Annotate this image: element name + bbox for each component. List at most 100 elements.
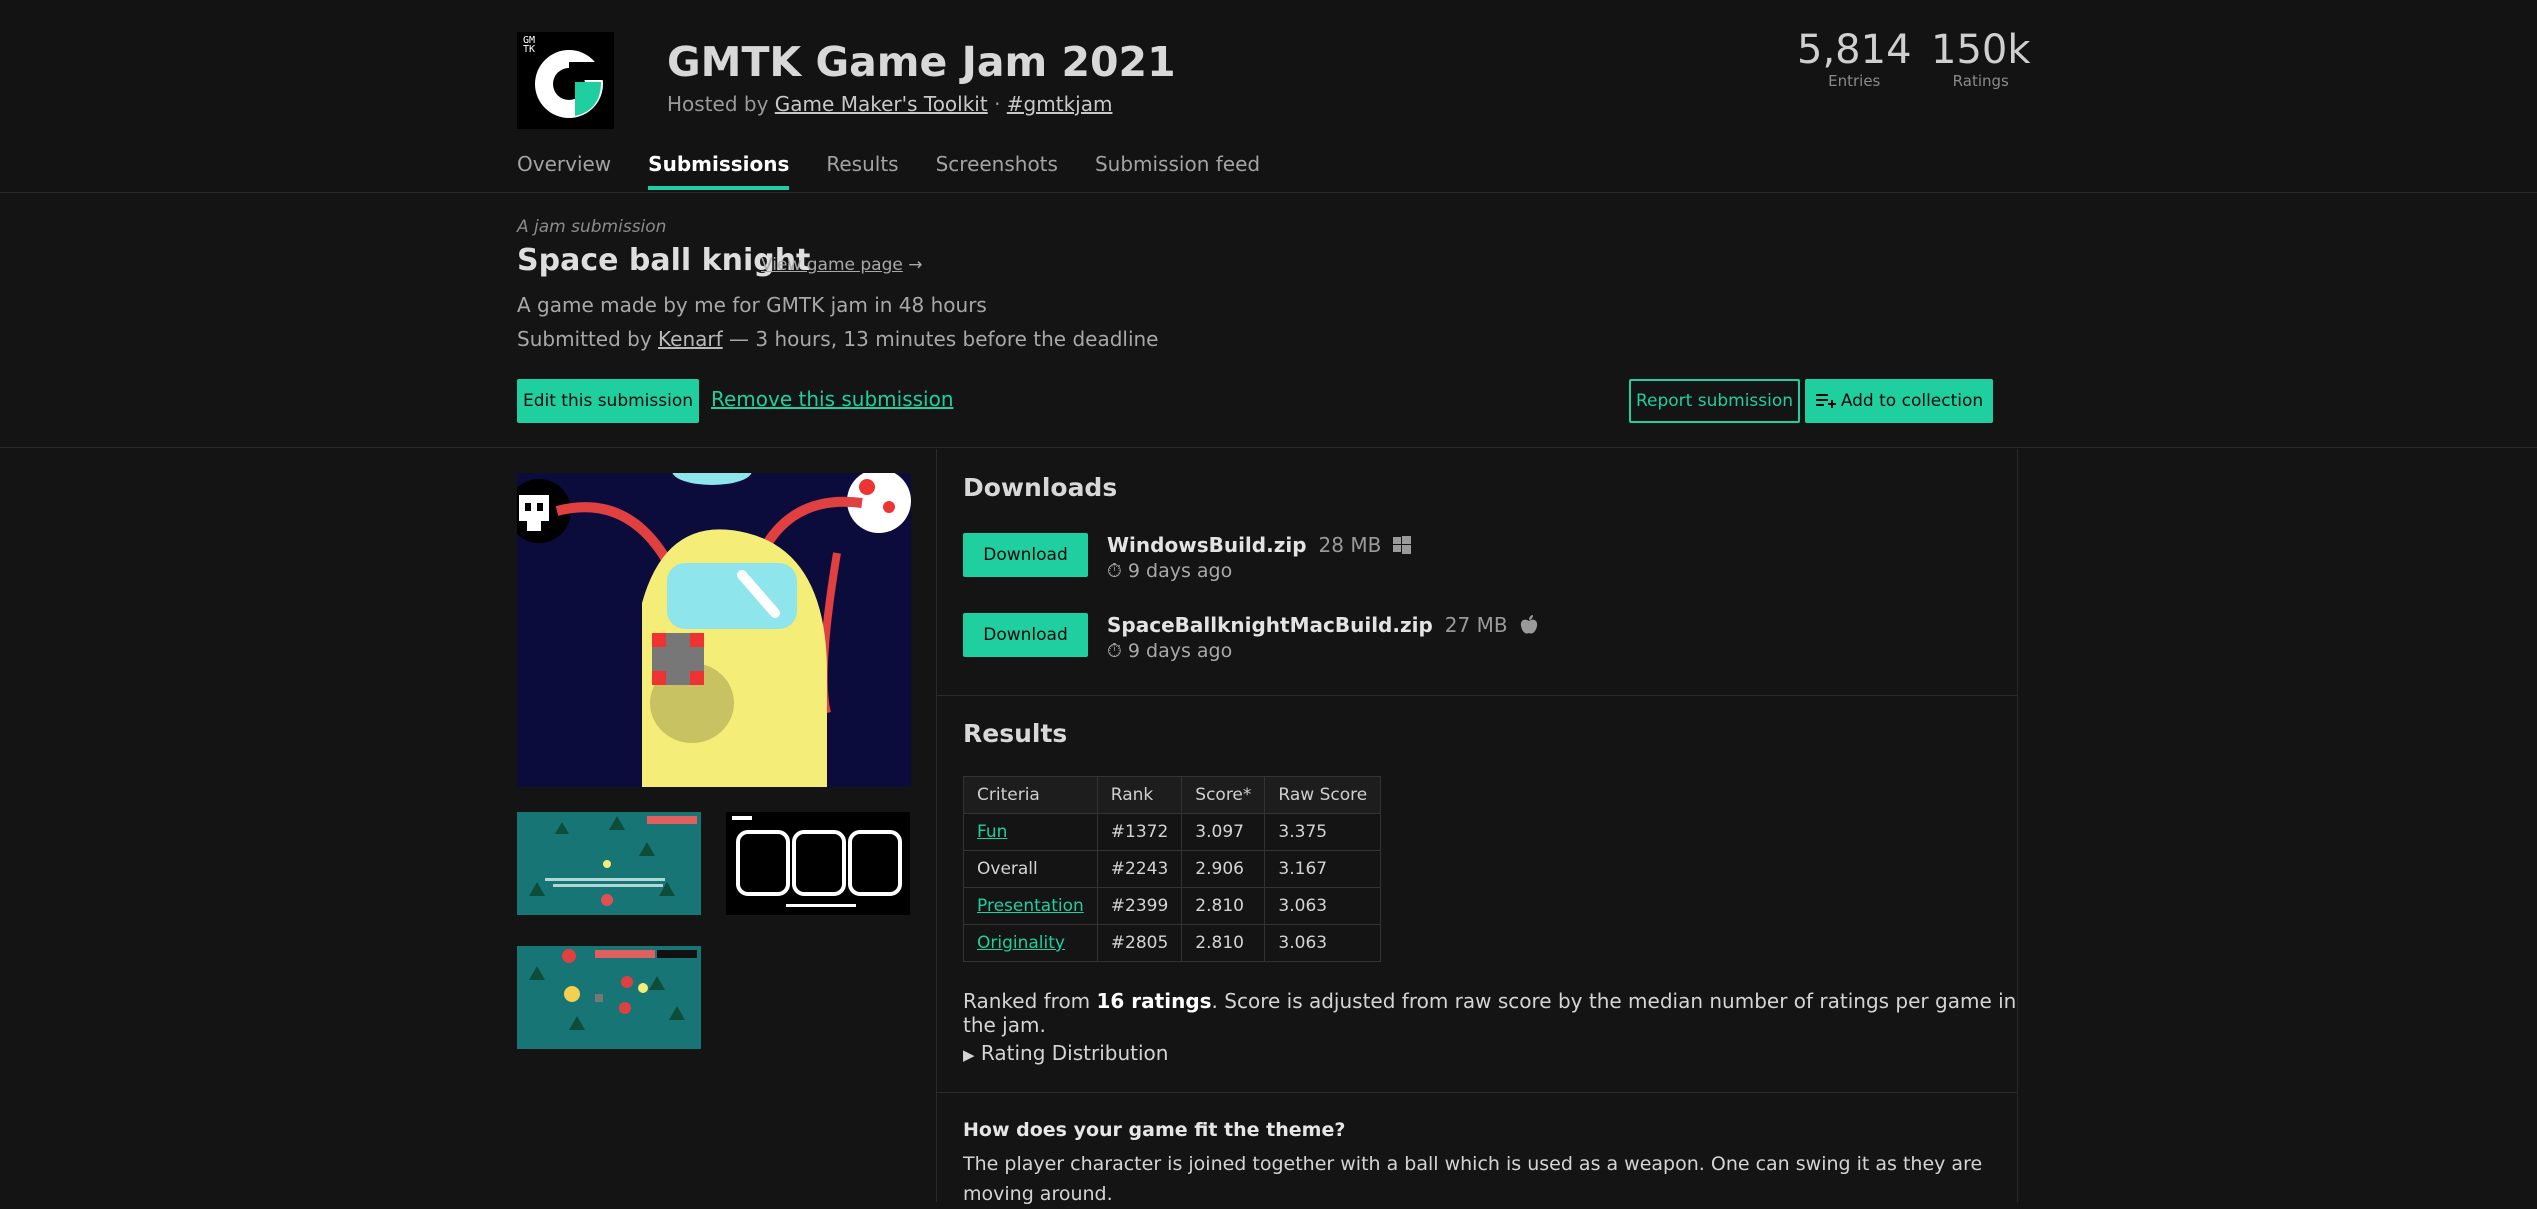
download-date-1-text: 9 days ago bbox=[1127, 560, 1233, 582]
stat-entries: 5,814 Entries bbox=[1797, 28, 1912, 90]
download-date-2: ⏱ 9 days ago bbox=[1107, 640, 1538, 662]
stat-entries-label: Entries bbox=[1828, 72, 1881, 90]
criteria-link[interactable]: Originality bbox=[963, 924, 1098, 962]
right-panel: Downloads Download WindowsBuild.zip 28 M… bbox=[936, 449, 2018, 1205]
score-cell: 2.906 bbox=[1181, 850, 1266, 888]
table-row: Fun #1372 3.097 3.375 bbox=[963, 813, 1382, 851]
thumbnail-3-image bbox=[517, 946, 701, 1049]
main-screenshot[interactable] bbox=[517, 473, 911, 787]
criteria-link[interactable]: Presentation bbox=[963, 887, 1098, 925]
hosted-prefix: Hosted by bbox=[667, 92, 775, 116]
submission-kicker: A jam submission bbox=[517, 217, 667, 237]
thumbnail-2-image bbox=[726, 812, 910, 915]
thumbnail-screenshot-1[interactable] bbox=[517, 812, 701, 915]
rank-cell: #2243 bbox=[1096, 850, 1183, 888]
table-row: Originality #2805 2.810 3.063 bbox=[963, 924, 1382, 962]
jam-header: GM TK GMTK Game Jam 2021 Hosted by Game M… bbox=[0, 0, 2537, 193]
submitted-prefix: Submitted by bbox=[517, 327, 659, 351]
rating-distribution-label: Rating Distribution bbox=[980, 1041, 1169, 1065]
add-to-collection-label: Add to collection bbox=[1840, 391, 1984, 411]
jam-logo[interactable]: GM TK bbox=[517, 32, 614, 129]
submitted-suffix: — 3 hours, 13 minutes before the deadlin… bbox=[722, 327, 1159, 351]
jam-title[interactable]: GMTK Game Jam 2021 bbox=[667, 38, 1176, 86]
hosted-sep: · bbox=[987, 92, 1007, 116]
add-to-collection-button[interactable]: Add to collection bbox=[1805, 379, 1993, 423]
thumbnail-screenshot-2[interactable] bbox=[726, 812, 910, 915]
download-button-1[interactable]: Download bbox=[963, 533, 1088, 577]
hashtag-link[interactable]: #gmtkjam bbox=[1007, 92, 1113, 116]
windows-icon bbox=[1393, 536, 1412, 554]
download-filename-2: SpaceBallknightMacBuild.zip bbox=[1107, 613, 1433, 637]
download-item-1: Download WindowsBuild.zip 28 MB ⏱ 9 days… bbox=[963, 533, 1412, 582]
col-criteria: Criteria bbox=[963, 776, 1098, 814]
download-date-1: ⏱ 9 days ago bbox=[1107, 560, 1411, 582]
report-submission-button[interactable]: Report submission bbox=[1629, 379, 1800, 423]
stat-entries-value: 5,814 bbox=[1797, 27, 1912, 73]
thumbnail-1-image bbox=[517, 812, 701, 915]
results-header-row: Criteria Rank Score* Raw Score bbox=[963, 776, 1382, 814]
stopwatch-icon: ⏱ bbox=[1107, 640, 1122, 662]
download-button-2[interactable]: Download bbox=[963, 613, 1088, 657]
gmtk-logo-icon bbox=[535, 50, 605, 118]
download-info-1: WindowsBuild.zip 28 MB ⏱ 9 days ago bbox=[1107, 533, 1412, 582]
ranked-count: 16 ratings bbox=[1096, 989, 1212, 1013]
stat-ratings-label: Ratings bbox=[1952, 72, 2009, 90]
downloads-title: Downloads bbox=[963, 473, 1118, 502]
theme-answer: The player character is joined together … bbox=[963, 1153, 1983, 1205]
col-score: Score* bbox=[1181, 776, 1266, 814]
game-description: A game made by me for GMTK jam in 48 hou… bbox=[517, 293, 987, 317]
jam-hosted-by: Hosted by Game Maker's Toolkit · #gmtkja… bbox=[667, 92, 1112, 116]
col-raw-score: Raw Score bbox=[1264, 776, 1382, 814]
host-link[interactable]: Game Maker's Toolkit bbox=[775, 92, 988, 116]
criteria-cell: Overall bbox=[963, 850, 1098, 888]
download-item-2: Download SpaceBallknightMacBuild.zip 27 … bbox=[963, 613, 1538, 662]
raw-score-cell: 3.063 bbox=[1264, 924, 1382, 962]
remove-submission-link[interactable]: Remove this submission bbox=[711, 387, 954, 411]
score-cell: 2.810 bbox=[1181, 887, 1266, 925]
stopwatch-icon: ⏱ bbox=[1107, 560, 1122, 582]
thumbnail-screenshot-3[interactable] bbox=[517, 946, 701, 1049]
tab-submission-feed[interactable]: Submission feed bbox=[1095, 152, 1260, 190]
triangle-right-icon: ▶ bbox=[963, 1046, 975, 1064]
author-link[interactable]: Kenarf bbox=[658, 327, 723, 351]
criteria-link[interactable]: Fun bbox=[963, 813, 1098, 851]
score-cell: 3.097 bbox=[1181, 813, 1266, 851]
submission-header: A jam submission Space ball knight View … bbox=[0, 193, 2537, 448]
download-date-2-text: 9 days ago bbox=[1127, 640, 1233, 662]
results-table: Criteria Rank Score* Raw Score Fun #1372… bbox=[963, 776, 1382, 962]
edit-submission-button[interactable]: Edit this submission bbox=[517, 379, 699, 423]
results-title: Results bbox=[963, 719, 1068, 748]
download-filename-1: WindowsBuild.zip bbox=[1107, 533, 1307, 557]
tab-results[interactable]: Results bbox=[826, 152, 898, 190]
divider bbox=[937, 695, 2017, 696]
view-game-page-link[interactable]: View game page → bbox=[761, 255, 923, 275]
raw-score-cell: 3.375 bbox=[1264, 813, 1382, 851]
download-size-1: 28 MB bbox=[1318, 533, 1382, 557]
table-row: Presentation #2399 2.810 3.063 bbox=[963, 887, 1382, 925]
raw-score-cell: 3.167 bbox=[1264, 850, 1382, 888]
stat-ratings: 150k Ratings bbox=[1931, 28, 2031, 90]
download-size-2: 27 MB bbox=[1444, 613, 1508, 637]
tab-overview[interactable]: Overview bbox=[517, 152, 611, 190]
jam-tabs: Overview Submissions Results Screenshots… bbox=[517, 152, 1260, 190]
col-rank: Rank bbox=[1096, 776, 1183, 814]
main-screenshot-image bbox=[517, 473, 911, 787]
view-game-page-label[interactable]: View game page bbox=[761, 255, 903, 275]
tab-screenshots[interactable]: Screenshots bbox=[936, 152, 1058, 190]
submitted-by: Submitted by Kenarf — 3 hours, 13 minute… bbox=[517, 327, 1158, 351]
apple-icon bbox=[1520, 615, 1537, 634]
arrow-right-icon: → bbox=[908, 255, 923, 275]
raw-score-cell: 3.063 bbox=[1264, 887, 1382, 925]
rank-cell: #2399 bbox=[1096, 887, 1183, 925]
divider bbox=[937, 1092, 2017, 1093]
stat-ratings-value: 150k bbox=[1931, 27, 2031, 73]
ranked-from-text: Ranked from 16 ratings. Score is adjuste… bbox=[963, 989, 2017, 1037]
rank-cell: #1372 bbox=[1096, 813, 1183, 851]
download-info-2: SpaceBallknightMacBuild.zip 27 MB ⏱ 9 da… bbox=[1107, 613, 1538, 662]
ranked-prefix: Ranked from bbox=[963, 989, 1097, 1013]
table-row: Overall #2243 2.906 3.167 bbox=[963, 850, 1382, 888]
theme-question: How does your game fit the theme? bbox=[963, 1119, 1346, 1141]
rating-distribution-toggle[interactable]: ▶ Rating Distribution bbox=[963, 1041, 1168, 1065]
score-cell: 2.810 bbox=[1181, 924, 1266, 962]
tab-submissions[interactable]: Submissions bbox=[648, 152, 790, 190]
